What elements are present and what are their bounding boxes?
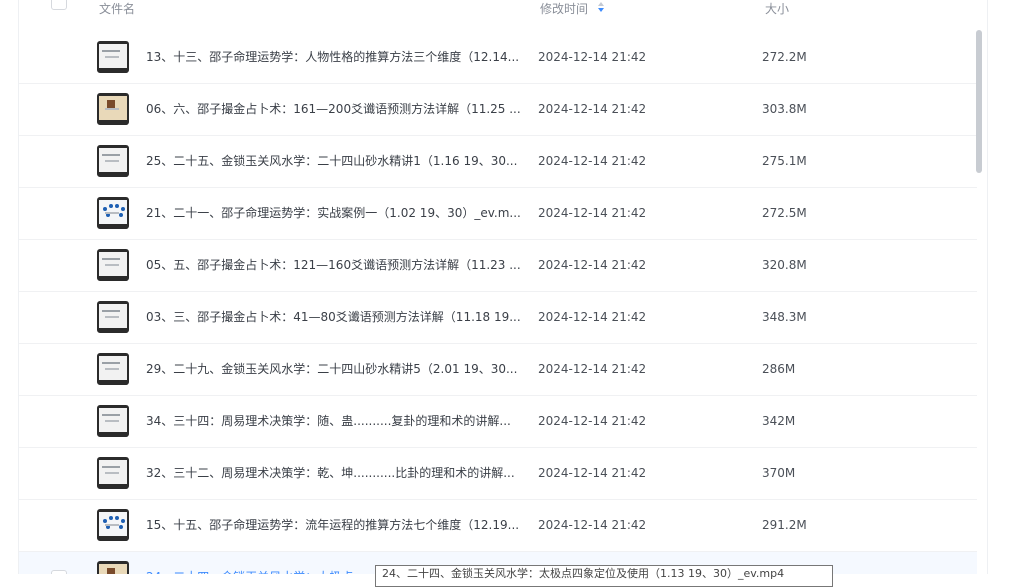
column-header-time-label: 修改时间: [540, 2, 589, 16]
file-size: 370M: [762, 466, 796, 480]
file-size: 342M: [762, 414, 796, 428]
file-row[interactable]: 21、二十一、邵子命理运势学：实战案例一（1.02 19、30）_ev.m...…: [19, 188, 977, 240]
file-size: 348.3M: [762, 310, 807, 324]
file-size: 291.2M: [762, 518, 807, 532]
file-modified-time: 2024-12-14 21:42: [538, 310, 647, 324]
file-modified-time: 2024-12-14 21:42: [538, 466, 647, 480]
file-modified-time: 2024-12-14 21:42: [538, 518, 647, 532]
file-row[interactable]: 13、十三、邵子命理运势学：人物性格的推算方法三个维度（12.14... 2024…: [19, 32, 977, 84]
column-header-name[interactable]: 文件名: [99, 0, 135, 17]
video-thumbnail-icon: [97, 41, 129, 73]
file-size: 275.1M: [762, 154, 807, 168]
file-row[interactable]: 29、二十九、金锁玉关风水学：二十四山砂水精讲5（2.01 19、30... 20…: [19, 344, 977, 396]
video-thumbnail-icon: [97, 93, 129, 125]
video-thumbnail-icon: [97, 405, 129, 437]
file-rows: 13、十三、邵子命理运势学：人物性格的推算方法三个维度（12.14... 2024…: [19, 32, 977, 574]
video-thumbnail-icon: [97, 197, 129, 229]
video-thumbnail-icon: [97, 145, 129, 177]
file-row[interactable]: 25、二十五、金锁玉关风水学：二十四山砂水精讲1（1.16 19、30... 20…: [19, 136, 977, 188]
file-size: 272.2M: [762, 50, 807, 64]
column-header-size[interactable]: 大小: [765, 0, 789, 17]
file-name[interactable]: 34、三十四：周易理术决策学：随、蛊..........复卦的理和术的讲解...: [146, 396, 511, 447]
select-all-checkbox[interactable]: [51, 0, 67, 10]
file-list-header: 文件名 修改时间 大小: [19, 0, 977, 20]
video-thumbnail-icon: [97, 509, 129, 541]
filename-tooltip: 24、二十四、金锁玉关风水学：太极点四象定位及使用（1.13 19、30）_ev…: [375, 565, 833, 587]
file-size: 286M: [762, 362, 796, 376]
sort-icon[interactable]: [597, 2, 606, 14]
file-modified-time: 2024-12-14 21:42: [538, 206, 647, 220]
file-row[interactable]: 03、三、邵子撮金占卜术：41—80爻谶语预测方法详解（11.18 19... 2…: [19, 292, 977, 344]
file-name[interactable]: 13、十三、邵子命理运势学：人物性格的推算方法三个维度（12.14...: [146, 32, 519, 83]
file-size: 272.5M: [762, 206, 807, 220]
video-thumbnail-icon: [97, 561, 129, 574]
video-thumbnail-icon: [97, 249, 129, 281]
video-thumbnail-icon: [97, 301, 129, 333]
file-name[interactable]: 25、二十五、金锁玉关风水学：二十四山砂水精讲1（1.16 19、30...: [146, 136, 517, 187]
file-row[interactable]: 06、六、邵子撮金占卜术：161—200爻谶语预测方法详解（11.25 ... 2…: [19, 84, 977, 136]
file-row[interactable]: 34、三十四：周易理术决策学：随、蛊..........复卦的理和术的讲解...…: [19, 396, 977, 448]
file-name[interactable]: 29、二十九、金锁玉关风水学：二十四山砂水精讲5（2.01 19、30...: [146, 344, 517, 395]
file-modified-time: 2024-12-14 21:42: [538, 50, 647, 64]
row-checkbox[interactable]: [51, 570, 67, 574]
file-modified-time: 2024-12-14 21:42: [538, 258, 647, 272]
file-size: 303.8M: [762, 102, 807, 116]
scrollbar-thumb[interactable]: [976, 30, 982, 173]
file-name[interactable]: 15、十五、邵子命理运势学：流年运程的推算方法七个维度（12.19...: [146, 500, 519, 551]
file-modified-time: 2024-12-14 21:42: [538, 362, 647, 376]
video-thumbnail-icon: [97, 457, 129, 489]
file-row[interactable]: 15、十五、邵子命理运势学：流年运程的推算方法七个维度（12.19... 2024…: [19, 500, 977, 552]
file-row[interactable]: 05、五、邵子撮金占卜术：121—160爻谶语预测方法详解（11.23 ... 2…: [19, 240, 977, 292]
file-name[interactable]: 24、二十四、金锁玉关风水学：太极点...: [146, 552, 365, 574]
file-modified-time: 2024-12-14 21:42: [538, 414, 647, 428]
file-name[interactable]: 21、二十一、邵子命理运势学：实战案例一（1.02 19、30）_ev.m...: [146, 188, 521, 239]
file-name[interactable]: 06、六、邵子撮金占卜术：161—200爻谶语预测方法详解（11.25 ...: [146, 84, 521, 135]
file-modified-time: 2024-12-14 21:42: [538, 154, 647, 168]
video-thumbnail-icon: [97, 353, 129, 385]
file-list-panel: 文件名 修改时间 大小 13、十三、邵子命理运势学：人物性格的推算方法三个维度（…: [18, 0, 988, 574]
file-size: 320.8M: [762, 258, 807, 272]
file-name[interactable]: 32、三十二、周易理术决策学：乾、坤...........比卦的理和术的讲解..…: [146, 448, 515, 499]
file-name[interactable]: 03、三、邵子撮金占卜术：41—80爻谶语预测方法详解（11.18 19...: [146, 292, 521, 343]
file-row[interactable]: 32、三十二、周易理术决策学：乾、坤...........比卦的理和术的讲解..…: [19, 448, 977, 500]
file-modified-time: 2024-12-14 21:42: [538, 102, 647, 116]
column-header-time[interactable]: 修改时间: [540, 0, 606, 17]
file-name[interactable]: 05、五、邵子撮金占卜术：121—160爻谶语预测方法详解（11.23 ...: [146, 240, 521, 291]
